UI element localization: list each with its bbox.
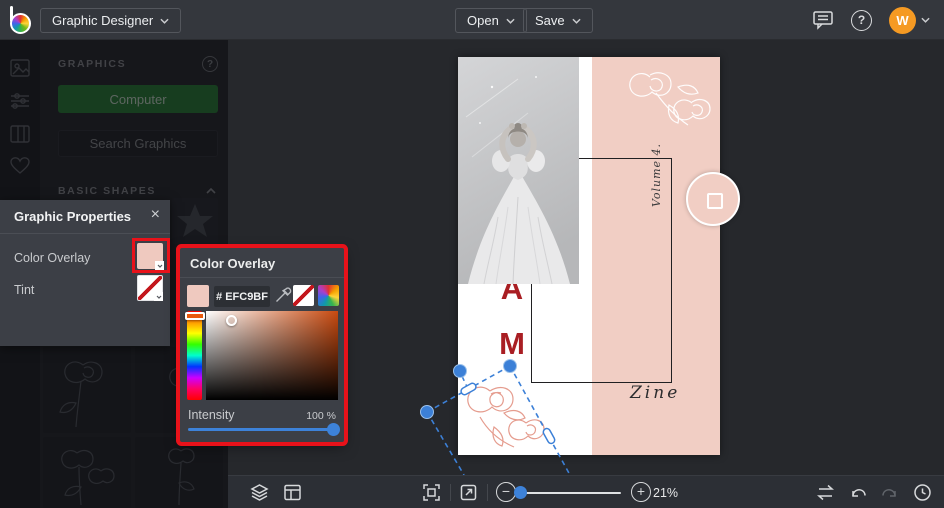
design-canvas[interactable]: D R E A M xyxy=(458,57,720,455)
help-button[interactable]: ? xyxy=(851,9,872,31)
shape-edit-handle[interactable] xyxy=(686,172,740,226)
compare-icon[interactable] xyxy=(816,483,835,502)
intensity-slider[interactable] xyxy=(188,423,340,436)
zoom-level: 21% xyxy=(653,486,679,500)
dream-letter: M xyxy=(499,326,525,361)
close-icon[interactable]: × xyxy=(151,206,160,224)
hue-slider[interactable] xyxy=(184,311,205,400)
save-button[interactable]: Save xyxy=(523,8,593,33)
open-button[interactable]: Open xyxy=(455,8,527,33)
graphic-properties-panel: Graphic Properties × Color Overlay Tint xyxy=(0,200,170,346)
chevron-down-icon xyxy=(157,264,162,268)
panel-title: Graphic Properties xyxy=(14,209,132,224)
current-color-swatch[interactable] xyxy=(187,285,209,307)
help-label: ? xyxy=(857,13,866,27)
color-overlay-swatch[interactable] xyxy=(137,243,164,270)
popup-title: Color Overlay xyxy=(190,256,276,271)
befunky-graphic-designer: Graphic Designer Open Save ? W Search Gr… xyxy=(0,0,944,508)
rainbow-color-swatch[interactable] xyxy=(318,285,339,306)
open-label: Open xyxy=(467,13,499,28)
zoom-slider[interactable] xyxy=(514,486,621,499)
app-menu-label: Graphic Designer xyxy=(52,13,154,28)
chevron-down-icon xyxy=(506,18,515,24)
toolbar-divider xyxy=(450,484,451,501)
chevron-down-icon xyxy=(156,295,161,299)
bottom-toolbar: − + 21% xyxy=(228,475,944,508)
account-menu[interactable]: W xyxy=(889,6,930,34)
layers-icon[interactable] xyxy=(250,483,269,502)
chevron-down-icon xyxy=(921,17,930,23)
intensity-label: Intensity xyxy=(188,408,235,422)
chevron-down-icon xyxy=(160,18,169,24)
befunky-logo[interactable] xyxy=(10,6,36,34)
chevron-down-icon xyxy=(572,18,581,24)
intensity-slider-handle[interactable] xyxy=(327,423,340,436)
avatar: W xyxy=(889,6,916,34)
toolbar-divider xyxy=(487,484,488,501)
swatch-expand-tab xyxy=(154,292,163,301)
no-color-swatch[interactable] xyxy=(293,285,314,306)
hue-slider-handle[interactable] xyxy=(184,312,205,320)
saturation-picker[interactable] xyxy=(206,311,338,400)
selected-rose-graphic[interactable] xyxy=(460,375,552,455)
fit-to-screen-icon[interactable] xyxy=(422,483,441,502)
avatar-initial: W xyxy=(896,12,909,28)
canvas-settings-icon[interactable] xyxy=(283,483,302,502)
history-icon[interactable] xyxy=(913,483,932,502)
divider xyxy=(180,277,344,278)
white-floral-graphic[interactable] xyxy=(622,59,718,141)
save-label: Save xyxy=(535,13,565,28)
zoom-in-button[interactable]: + xyxy=(631,482,651,502)
zoom-out-button[interactable]: − xyxy=(496,482,516,502)
woman-photo[interactable] xyxy=(458,57,579,284)
zoom-slider-handle[interactable] xyxy=(514,486,527,499)
volume-caption[interactable]: Volume 4. xyxy=(650,120,664,230)
logo-color-wheel xyxy=(10,13,31,34)
hex-color-input[interactable] xyxy=(214,286,270,307)
app-menu-button[interactable]: Graphic Designer xyxy=(40,8,182,33)
eyedropper-icon[interactable] xyxy=(274,286,292,304)
full-view-icon[interactable] xyxy=(459,483,478,502)
tint-label: Tint xyxy=(14,283,35,297)
zine-caption[interactable]: Zine xyxy=(630,383,680,403)
color-overlay-label: Color Overlay xyxy=(14,251,91,265)
undo-icon[interactable] xyxy=(849,483,868,502)
feedback-chat-icon[interactable] xyxy=(812,10,834,30)
top-bar: Graphic Designer Open Save ? W xyxy=(0,0,944,40)
square-icon xyxy=(707,193,723,209)
selection-corner-handle[interactable] xyxy=(420,405,434,419)
intensity-value: 100 % xyxy=(306,410,336,422)
saturation-picker-handle[interactable] xyxy=(226,315,237,326)
color-overlay-popup: Color Overlay Intensity 100 % xyxy=(180,248,344,442)
swatch-expand-tab xyxy=(155,261,164,270)
tint-swatch[interactable] xyxy=(137,275,163,301)
redo-icon[interactable] xyxy=(880,483,899,502)
panel-header: Graphic Properties × xyxy=(0,200,170,234)
